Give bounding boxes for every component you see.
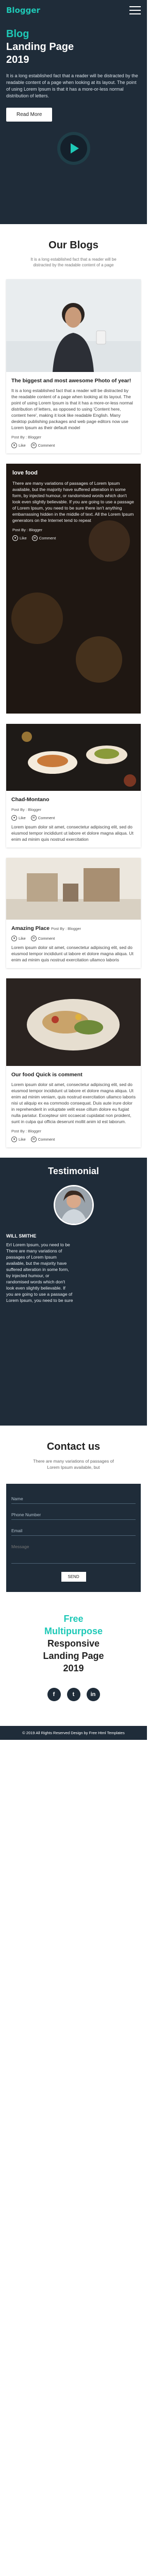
facebook-icon[interactable]: f [47,1688,61,1701]
comment-button[interactable]: ✉ Comment [30,443,55,448]
blog-photo-place [6,858,141,920]
message-textarea[interactable] [11,1544,136,1560]
name-field[interactable]: Name [11,1492,136,1504]
post-by: Post By : Blogger [51,926,81,931]
testimonial-title: Testimonial [48,1166,99,1176]
read-more-button[interactable]: Read More [6,108,53,122]
post-by: Post By : Blogger [11,435,41,439]
play-button[interactable] [60,135,87,162]
blog-card-title: Amazing Place Post By : Blogger [11,925,81,931]
card-actions: ♥ Like ✉ Comment [11,443,136,448]
blogs-header: Our Blogs It is a long established fact … [0,224,147,273]
testimonial-section: Testimonial WILL SMITHE ErI Lorem Ipsum,… [0,1158,147,1426]
like-icon: ♥ [11,815,17,821]
blog-photo-man [6,279,141,372]
twitter-icon[interactable]: t [67,1688,80,1701]
blog-card-text: Lorem ipsum dolor sit amet, consectetur … [11,945,134,962]
blog-card-overlay: love food There are many variations of p… [6,464,141,714]
footer: © 2019 All Rights Reserved Design by Fre… [0,1726,147,1740]
contact-subtitle: There are many variations of passages of… [33,1459,114,1470]
comment-icon: ✉ [30,936,37,941]
blog-card-title[interactable]: Our food Quick is comment [11,1071,136,1078]
email-field[interactable]: Email [11,1524,136,1536]
blog-photo-dinner [6,724,141,791]
like-icon: ♥ [12,535,18,541]
play-icon [70,143,79,154]
testimonial-name: WILL SMITHE [6,1233,37,1239]
hero-section: Blog Landing Page 2019 It is a long esta… [0,21,147,224]
comment-button[interactable]: ✉ Comment [30,815,55,821]
comment-icon: ✉ [30,815,37,821]
contact-title: Contact us [46,1441,101,1452]
contact-form: Name Phone Number Email SEND [6,1484,141,1592]
card-actions: ♥ Like ✉ Comment [11,815,136,821]
comment-button[interactable]: ✉ Comment [30,936,55,941]
blog-photo-food [6,978,141,1066]
like-icon: ♥ [11,1137,17,1142]
card-actions: ♥ Like ✉ Comment [12,535,135,541]
hero-title: Blog Landing Page 2019 [6,28,74,65]
like-icon: ♥ [11,936,17,941]
comment-icon: ✉ [31,535,38,541]
post-by: Post By : Blogger [11,1129,41,1133]
logo[interactable]: Blogger [6,6,40,15]
comment-button[interactable]: ✉ Comment [31,535,56,541]
like-button[interactable]: ♥ Like [11,936,26,941]
comment-icon: ✉ [30,1137,37,1142]
blog-card: Chad-Montano Post By : Blogger ♥ Like ✉ Co… [6,724,141,848]
menu-icon[interactable] [129,6,141,14]
like-button[interactable]: ♥ Like [12,535,27,541]
blogs-title: Our Blogs [48,240,98,251]
blog-card-title[interactable]: love food [12,470,135,476]
social-links: f t in [6,1688,141,1701]
message-field[interactable] [11,1540,136,1564]
phone-field[interactable]: Phone Number [11,1508,136,1520]
like-button[interactable]: ♥ Like [11,815,26,821]
blog-card-text: Lorem ipsum dolor sit amet, consectetur … [11,824,134,842]
blogs-subtitle: It is a long established fact that a rea… [30,257,117,267]
testimonial-text: ErI Lorem Ipsum, you need to be There ar… [6,1242,73,1303]
top-nav: Blogger [0,0,147,21]
blog-card-text: Lorem ipsum dolor sit amet, consectetur … [11,1082,136,1124]
avatar [53,1185,94,1225]
blog-card-title[interactable]: Chad-Montano [11,796,136,803]
blog-card-text: It is a long established fact that a rea… [11,388,133,430]
cta-title: Free Multipurpose Responsive Landing Pag… [43,1614,104,1673]
cta-section: Free Multipurpose Responsive Landing Pag… [0,1592,147,1711]
blog-card: The biggest and most awesome Photo of ye… [6,279,141,453]
card-actions: ♥ Like ✉ Comment [11,1137,136,1142]
blog-card-text: There are many variations of passages of… [12,481,134,523]
blog-card: Our food Quick is comment Lorem ipsum do… [6,978,141,1147]
post-by: Post By : Blogger [11,807,41,812]
like-icon: ♥ [11,443,17,448]
blog-card: Amazing Place Post By : Blogger ♥ Like ✉ C… [6,858,141,968]
linkedin-icon[interactable]: in [86,1688,100,1701]
comment-icon: ✉ [30,443,37,448]
hero-text: It is a long established fact that a rea… [6,73,138,98]
post-by: Post By : Blogger [12,528,42,532]
like-button[interactable]: ♥ Like [11,1137,26,1142]
like-button[interactable]: ♥ Like [11,443,26,448]
blog-card-title[interactable]: The biggest and most awesome Photo of ye… [11,377,136,384]
card-actions: ♥ Like ✉ Comment [11,936,136,941]
send-button[interactable]: SEND [61,1572,86,1582]
contact-header: Contact us There are many variations of … [0,1426,147,1476]
comment-button[interactable]: ✉ Comment [30,1137,55,1142]
